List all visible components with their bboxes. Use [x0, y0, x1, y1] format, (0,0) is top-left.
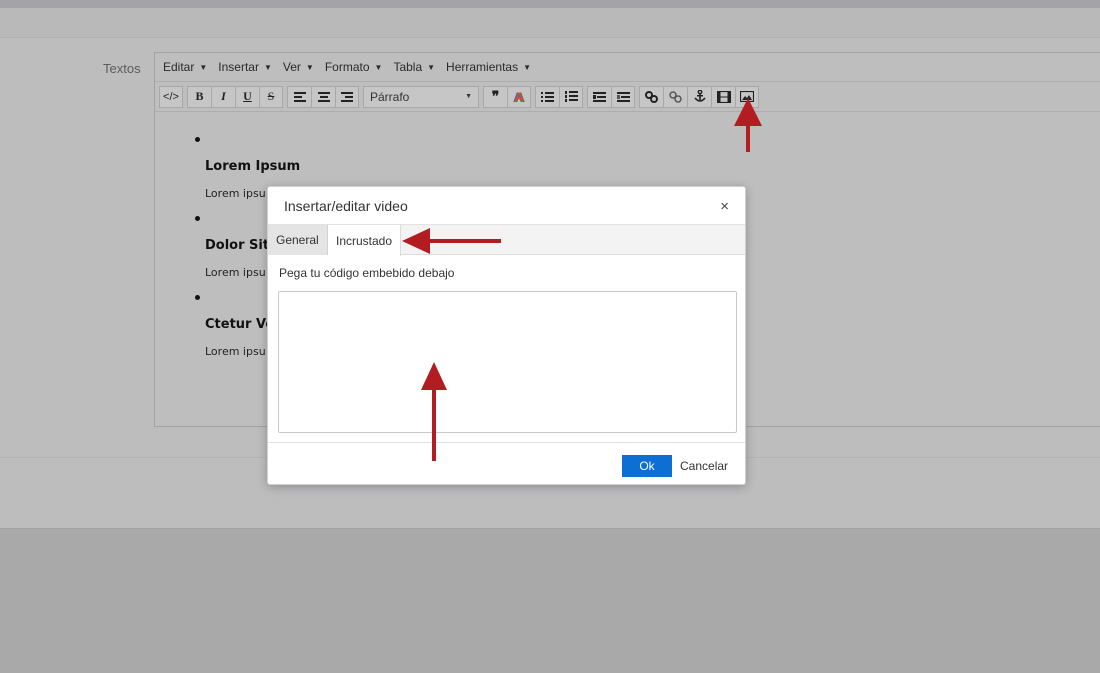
video-icon[interactable] [711, 85, 735, 108]
indent-group [587, 85, 635, 108]
caret-down-icon: ▼ [523, 62, 531, 72]
menu-label: Tabla [393, 60, 423, 74]
quote-color-group: ❞ A [483, 85, 531, 108]
menu-ver[interactable]: Ver ▼ [283, 60, 314, 74]
bullet-list-icon[interactable] [535, 85, 559, 108]
underline-icon[interactable]: U [235, 85, 259, 108]
align-left-icon-svg [293, 91, 306, 102]
align-right-icon[interactable] [335, 85, 359, 108]
caret-down-icon: ▼ [263, 62, 272, 72]
anchor-icon-svg [693, 90, 706, 102]
list-item-text: Lorem ipsu [205, 345, 266, 358]
format-select-value: Párrafo [370, 89, 410, 104]
align-right-icon-svg [341, 91, 353, 102]
video-icon-svg [716, 90, 731, 103]
editor-menubar: Editar ▼ Insertar ▼ Ver ▼ Formato ▼ Tabla ▼ H… [155, 53, 1100, 82]
format-select[interactable]: Párrafo ▼ [363, 85, 479, 108]
bold-icon[interactable]: B [187, 85, 211, 108]
field-label-textos: Textos [103, 61, 141, 76]
top-bar [0, 0, 1100, 8]
unlink-icon-svg [669, 90, 682, 103]
menu-editar[interactable]: Editar ▼ [163, 60, 207, 74]
list-item-heading: Ctetur Vo [205, 317, 275, 332]
text-style-group: B I U S [187, 85, 283, 108]
list-bullet [195, 295, 200, 300]
list-bullet [195, 216, 200, 221]
dialog-header: Insertar/editar video × [268, 187, 745, 225]
blockquote-icon[interactable]: ❞ [483, 85, 507, 108]
menu-label: Herramientas [446, 60, 519, 74]
align-center-icon[interactable] [311, 85, 335, 108]
dialog-tabs: General Incrustado [268, 225, 745, 256]
menu-label: Insertar [218, 60, 259, 74]
align-left-icon[interactable] [287, 85, 311, 108]
menu-insertar[interactable]: Insertar ▼ [218, 60, 272, 74]
caret-down-icon: ▼ [465, 93, 472, 100]
caret-down-icon: ▼ [427, 62, 436, 72]
menu-label: Ver [282, 60, 301, 74]
list-item-heading: Lorem Ipsum [205, 159, 301, 174]
image-icon-svg [740, 91, 754, 102]
embed-code-label: Pega tu código embebido debajo [279, 266, 455, 280]
code-icon[interactable]: </> [159, 85, 183, 108]
cancel-button[interactable]: Cancelar [680, 455, 728, 477]
strikethrough-icon[interactable]: S [259, 85, 283, 108]
menu-label: Formato [324, 60, 370, 74]
list-group [535, 85, 583, 108]
list-item-heading: Dolor Sit [205, 238, 270, 253]
link-icon-svg [645, 90, 658, 103]
numbered-list-icon[interactable] [559, 85, 583, 108]
link-icon[interactable] [639, 85, 663, 108]
image-icon[interactable] [735, 85, 759, 108]
menu-label: Editar [163, 60, 195, 74]
insert-video-dialog: Insertar/editar video × General Incrusta… [267, 186, 746, 485]
menu-formato[interactable]: Formato ▼ [325, 60, 383, 74]
align-center-icon-svg [317, 91, 330, 102]
list-bullet [195, 137, 200, 142]
close-icon[interactable]: × [720, 198, 729, 215]
page-header-strip [0, 8, 1100, 38]
menu-tabla[interactable]: Tabla ▼ [393, 60, 435, 74]
link-group [639, 85, 759, 108]
tab-general[interactable]: General [268, 225, 328, 255]
text-color-icon[interactable]: A [507, 85, 531, 108]
dialog-footer: Ok Cancelar [268, 442, 745, 486]
list-item-text: Lorem ipsu [205, 187, 266, 200]
tab-incrustado[interactable]: Incrustado [328, 225, 402, 256]
caret-down-icon: ▼ [305, 62, 314, 72]
caret-down-icon: ▼ [374, 62, 383, 72]
dialog-title: Insertar/editar video [284, 198, 408, 214]
caret-down-icon: ▼ [199, 62, 208, 72]
ok-button[interactable]: Ok [622, 455, 672, 477]
editor-toolbar: </> B I U S Párrafo ▼ ❞ A [155, 82, 1100, 112]
unlink-icon[interactable] [663, 85, 687, 108]
indent-icon-svg [616, 91, 630, 102]
anchor-icon[interactable] [687, 85, 711, 108]
italic-icon[interactable]: I [211, 85, 235, 108]
outdent-icon-svg [593, 91, 606, 102]
menu-herramientas[interactable]: Herramientas ▼ [446, 60, 531, 74]
bullet-list-icon-svg [541, 91, 554, 102]
indent-icon[interactable] [611, 85, 635, 108]
outdent-icon[interactable] [587, 85, 611, 108]
align-group [287, 85, 359, 108]
numbered-list-icon-svg [564, 91, 578, 102]
list-item-text: Lorem ipsu [205, 266, 266, 279]
page-bottom-area [0, 528, 1100, 673]
embed-code-textarea[interactable] [278, 291, 737, 433]
